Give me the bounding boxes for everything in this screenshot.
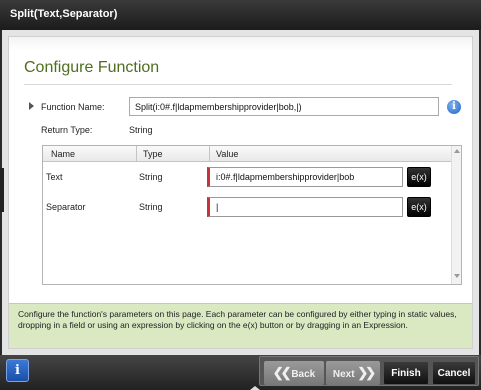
back-label: Back bbox=[291, 369, 316, 380]
param-type: String bbox=[139, 202, 163, 212]
cancel-button[interactable]: Cancel bbox=[432, 361, 476, 385]
column-header-type[interactable]: Type bbox=[143, 149, 163, 159]
expand-arrow-icon[interactable] bbox=[29, 102, 34, 110]
parameters-grid: Name Type Value Text String e(x) Separat… bbox=[42, 145, 462, 285]
grid-header: Name Type Value bbox=[43, 146, 451, 162]
configure-panel: Configure Function Function Name: i Retu… bbox=[8, 36, 473, 349]
info-button[interactable]: i bbox=[6, 359, 29, 382]
column-divider[interactable] bbox=[209, 146, 210, 162]
back-button[interactable]: ❮❮ Back bbox=[264, 361, 324, 385]
next-button[interactable]: Next ❯❯ bbox=[326, 361, 380, 385]
panel-top-band bbox=[9, 37, 472, 51]
info-icon[interactable]: i bbox=[447, 100, 461, 114]
function-name-field[interactable] bbox=[129, 97, 439, 116]
wizard-button-group: ❮❮ Back Next ❯❯ Finish Cancel bbox=[259, 356, 479, 386]
chevron-right-icon: ❯❯ bbox=[357, 365, 376, 380]
dialog-body: Configure Function Function Name: i Retu… bbox=[2, 30, 479, 355]
column-header-value[interactable]: Value bbox=[216, 149, 238, 159]
param-name: Separator bbox=[46, 202, 86, 212]
function-name-label: Function Name: bbox=[41, 102, 105, 112]
chevron-left-icon: ❮❮ bbox=[272, 365, 292, 380]
param-value-input[interactable] bbox=[207, 167, 403, 187]
help-text: Configure the function's parameters on t… bbox=[9, 303, 472, 348]
next-label: Next bbox=[332, 369, 355, 380]
param-name: Text bbox=[46, 172, 63, 182]
footer-bar: i ❮❮ Back Next ❯❯ Finish Cancel bbox=[0, 355, 481, 390]
return-type-value: String bbox=[129, 125, 153, 135]
title-bar: Split(Text,Separator) bbox=[0, 0, 481, 30]
window-title: Split(Text,Separator) bbox=[10, 8, 118, 20]
page-title: Configure Function bbox=[24, 59, 160, 76]
vertical-scrollbar[interactable] bbox=[451, 146, 461, 284]
return-type-label: Return Type: bbox=[41, 125, 93, 135]
param-type: String bbox=[139, 172, 163, 182]
column-divider[interactable] bbox=[136, 146, 137, 162]
heading-divider bbox=[24, 84, 452, 85]
param-value-input[interactable] bbox=[207, 197, 403, 217]
footer-notch-icon bbox=[250, 386, 260, 390]
side-collapse-tab[interactable] bbox=[0, 168, 4, 212]
finish-button[interactable]: Finish bbox=[383, 361, 429, 385]
column-header-name[interactable]: Name bbox=[51, 149, 75, 159]
expression-button[interactable]: e(x) bbox=[407, 197, 431, 217]
scroll-down-icon[interactable] bbox=[454, 274, 460, 278]
scroll-up-icon[interactable] bbox=[454, 149, 460, 153]
expression-button[interactable]: e(x) bbox=[407, 167, 431, 187]
